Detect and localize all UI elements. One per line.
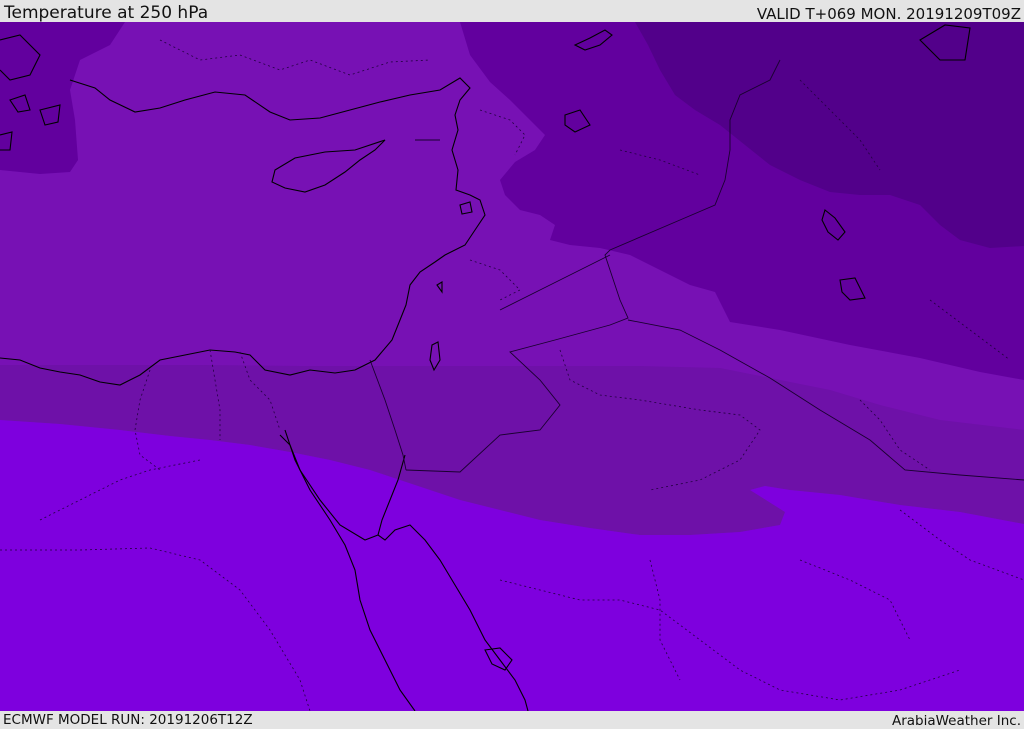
- model-run-label: ECMWF MODEL RUN: 20191206T12Z: [3, 712, 253, 728]
- valid-time: VALID T+069 MON. 20191209T09Z: [756, 5, 1021, 23]
- header-bar: Temperature at 250 hPa VALID T+069 MON. …: [0, 0, 1024, 23]
- footer-bar: ECMWF MODEL RUN: 20191206T12Z ArabiaWeat…: [0, 711, 1024, 729]
- credit-label: ArabiaWeather Inc.: [891, 713, 1021, 729]
- map-title: Temperature at 250 hPa: [4, 3, 209, 23]
- temperature-map-svg: [0, 22, 1024, 711]
- weather-map[interactable]: [0, 22, 1024, 711]
